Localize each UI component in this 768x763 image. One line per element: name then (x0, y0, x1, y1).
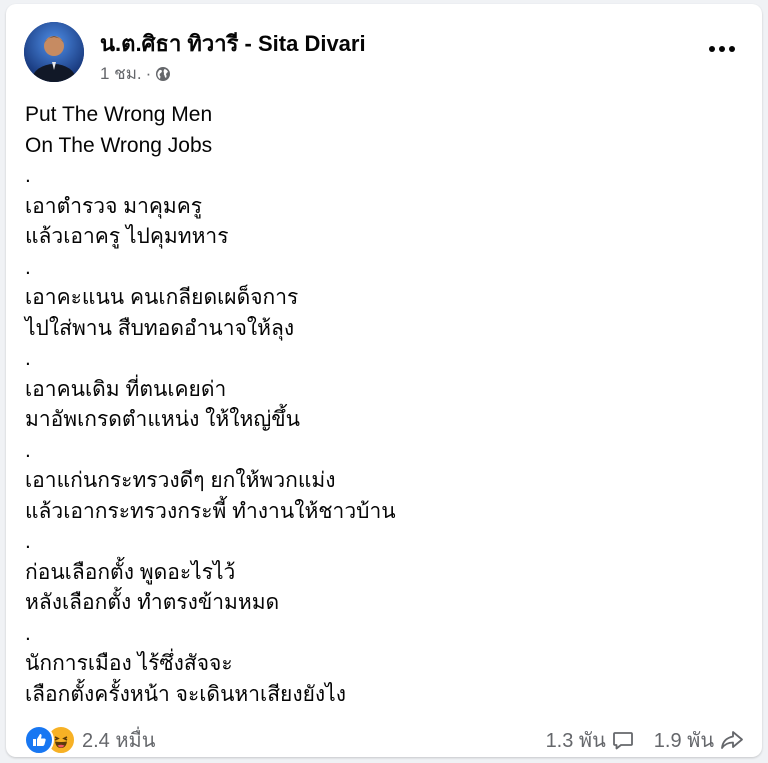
comment-count[interactable]: 1.3 พัน (546, 724, 606, 756)
more-dot (709, 46, 715, 52)
post-text-line: แล้วเอาครู ไปคุมทหาร (25, 225, 229, 248)
post-text: Put The Wrong Men On The Wrong Jobs. เอาตำ… (25, 100, 742, 710)
post-separator-dot: . (25, 438, 31, 462)
post-meta: 1 ชม. · (100, 60, 171, 87)
post-time[interactable]: 1 ชม. (100, 60, 142, 87)
more-options-button[interactable] (702, 34, 742, 64)
like-icon (24, 725, 54, 755)
reactions-summary[interactable]: 2.4 หมื่น (24, 724, 155, 756)
more-dot (719, 46, 725, 52)
share-icon[interactable] (720, 729, 744, 751)
post-text-line: เอาแก่นกระทรวงดีๆ ยกให้พวกแม่ง (25, 469, 336, 492)
post-text-line: มาอัพเกรดตำแหน่ง ให้ใหญ่ขึ้น (25, 408, 300, 431)
reaction-count[interactable]: 2.4 หมื่น (82, 724, 155, 756)
post-separator-dot: . (25, 347, 31, 370)
post-header: น.ต.ศิธา ทิวารี - Sita Divari 1 ชม. · (24, 22, 744, 84)
author-avatar[interactable] (24, 22, 84, 82)
engagement-stats: 1.3 พัน 1.9 พัน (546, 724, 744, 756)
share-count[interactable]: 1.9 พัน (654, 724, 714, 756)
post-card: น.ต.ศิธา ทิวารี - Sita Divari 1 ชม. · Pu… (6, 4, 762, 757)
more-dot (729, 46, 735, 52)
post-text-line: ไปใส่พาน สืบทอดอำนาจให้ลุง (25, 316, 295, 340)
post-text-line: เอาคะแนน คนเกลียดเผด็จการ (25, 286, 299, 309)
post-text-line: เลือกตั้งครั้งหน้า จะเดินหาเสียงยังไง (25, 682, 346, 706)
post-text-line: เอาคนเดิม ที่ตนเคยด่า (25, 377, 227, 401)
post-separator-dot: . (25, 530, 31, 553)
post-separator-dot: . (25, 621, 31, 645)
comment-icon[interactable] (612, 729, 634, 751)
post-separator-dot: . (25, 255, 31, 279)
post-text-line: แล้วเอากระทรวงกระพี้ ทำงานให้ชาวบ้าน (25, 499, 396, 523)
author-name[interactable]: น.ต.ศิธา ทิวารี - Sita Divari (100, 26, 366, 61)
comments-stat[interactable]: 1.3 พัน (546, 724, 634, 756)
post-text-line: เอาตำรวจ มาคุมครู (25, 194, 203, 218)
post-text-line: หลังเลือกตั้ง ทำตรงข้ามหมด (25, 591, 280, 614)
meta-separator: · (145, 63, 152, 83)
globe-icon[interactable] (155, 66, 171, 82)
post-separator-dot: . (25, 164, 31, 187)
post-text-line: ก่อนเลือกตั้ง พูดอะไรไว้ (25, 560, 236, 584)
post-footer: 2.4 หมื่น 1.3 พัน 1.9 พัน (24, 722, 744, 758)
shares-stat[interactable]: 1.9 พัน (654, 724, 744, 756)
post-text-line: นักการเมือง ไร้ซึ่งสัจจะ (25, 652, 233, 675)
post-text-line: Put The Wrong Men (25, 103, 213, 126)
post-text-line: On The Wrong Jobs (25, 133, 213, 157)
